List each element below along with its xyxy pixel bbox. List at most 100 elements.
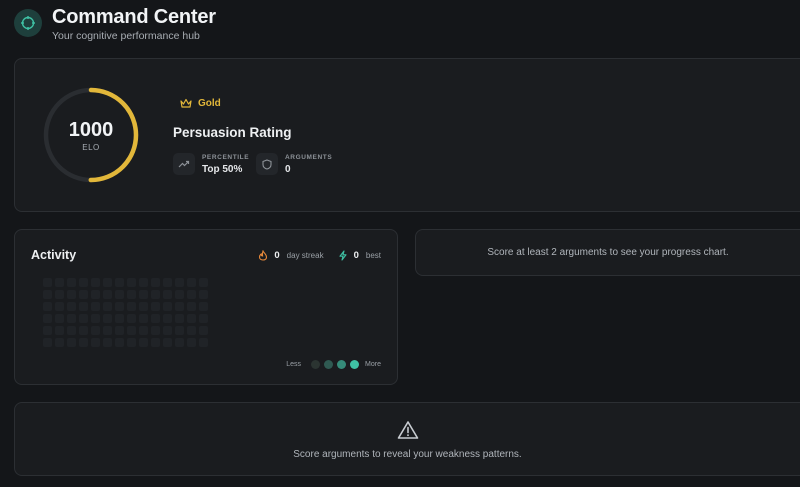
heatmap-cell bbox=[199, 290, 208, 299]
activity-stats: 0 day streak 0 best bbox=[258, 250, 381, 261]
heatmap-cell bbox=[103, 302, 112, 311]
heatmap-cell bbox=[115, 338, 124, 347]
heatmap-cell bbox=[139, 338, 148, 347]
activity-heatmap bbox=[43, 278, 208, 347]
heatmap-cell bbox=[187, 338, 196, 347]
heatmap-cell bbox=[151, 326, 160, 335]
legend-dot bbox=[337, 360, 347, 369]
page-header: Command Center Your cognitive performanc… bbox=[14, 6, 216, 42]
persuasion-rating-card: 1000 ELO Gold Persuasion Rating PERCENTI… bbox=[14, 58, 800, 212]
heatmap-cell bbox=[79, 338, 88, 347]
crosshair-icon bbox=[14, 9, 42, 37]
heatmap-cell bbox=[199, 314, 208, 323]
heatmap-cell bbox=[91, 302, 100, 311]
heatmap-cell bbox=[55, 338, 64, 347]
heatmap-cell bbox=[79, 326, 88, 335]
heatmap-cell bbox=[163, 290, 172, 299]
arguments-value: 0 bbox=[285, 163, 291, 175]
heatmap-cell bbox=[55, 314, 64, 323]
heatmap-cell bbox=[55, 278, 64, 287]
heatmap-cell bbox=[67, 338, 76, 347]
legend-less: Less bbox=[286, 361, 302, 368]
arguments-stat: ARGUMENTS 0 bbox=[256, 153, 332, 175]
heatmap-cell bbox=[43, 314, 52, 323]
heatmap-cell bbox=[103, 338, 112, 347]
heatmap-cell bbox=[139, 314, 148, 323]
heatmap-cell bbox=[91, 290, 100, 299]
heatmap-cell bbox=[175, 314, 184, 323]
rating-title: Persuasion Rating bbox=[173, 125, 292, 140]
heatmap-cell bbox=[115, 302, 124, 311]
heatmap-cell bbox=[43, 326, 52, 335]
heatmap-cell bbox=[127, 338, 136, 347]
heatmap-cell bbox=[175, 326, 184, 335]
heatmap-cell bbox=[139, 326, 148, 335]
crown-icon bbox=[180, 98, 192, 108]
legend-dot bbox=[311, 360, 321, 369]
heatmap-cell bbox=[43, 278, 52, 287]
page-title: Command Center bbox=[52, 6, 216, 28]
streak-value: 0 bbox=[274, 250, 280, 261]
heatmap-cell bbox=[79, 314, 88, 323]
heatmap-cell bbox=[127, 278, 136, 287]
heatmap-cell bbox=[115, 326, 124, 335]
heatmap-cell bbox=[79, 278, 88, 287]
progress-empty-message: Score at least 2 arguments to see your p… bbox=[487, 247, 729, 258]
heatmap-cell bbox=[187, 326, 196, 335]
heatmap-cell bbox=[91, 326, 100, 335]
heatmap-cell bbox=[103, 290, 112, 299]
heatmap-cell bbox=[175, 290, 184, 299]
legend-dot bbox=[350, 360, 360, 369]
heatmap-cell bbox=[127, 326, 136, 335]
heatmap-cell bbox=[115, 314, 124, 323]
heatmap-cell bbox=[55, 326, 64, 335]
best-label: best bbox=[365, 251, 381, 260]
heatmap-cell bbox=[139, 290, 148, 299]
heatmap-cell bbox=[43, 290, 52, 299]
heatmap-cell bbox=[199, 278, 208, 287]
percentile-label: PERCENTILE bbox=[202, 153, 250, 161]
heatmap-cell bbox=[91, 278, 100, 287]
heatmap-cell bbox=[175, 338, 184, 347]
heatmap-cell bbox=[115, 290, 124, 299]
heatmap-cell bbox=[187, 278, 196, 287]
percentile-value: Top 50% bbox=[202, 163, 243, 175]
tier-label: Gold bbox=[198, 98, 221, 109]
elo-unit: ELO bbox=[82, 143, 100, 152]
progress-chart-card: Score at least 2 arguments to see your p… bbox=[415, 229, 800, 276]
heatmap-cell bbox=[187, 314, 196, 323]
heatmap-cell bbox=[151, 290, 160, 299]
heatmap-cell bbox=[91, 338, 100, 347]
heatmap-cell bbox=[55, 302, 64, 311]
heatmap-cell bbox=[91, 314, 100, 323]
heatmap-cell bbox=[151, 278, 160, 287]
heatmap-cell bbox=[127, 302, 136, 311]
heatmap-cell bbox=[175, 278, 184, 287]
heatmap-cell bbox=[67, 302, 76, 311]
heatmap-cell bbox=[127, 314, 136, 323]
heatmap-cell bbox=[115, 278, 124, 287]
heatmap-cell bbox=[163, 338, 172, 347]
heatmap-cell bbox=[43, 302, 52, 311]
heatmap-cell bbox=[187, 290, 196, 299]
heatmap-cell bbox=[163, 314, 172, 323]
heatmap-cell bbox=[175, 302, 184, 311]
heatmap-cell bbox=[79, 302, 88, 311]
flame-icon bbox=[259, 250, 268, 261]
heatmap-cell bbox=[151, 302, 160, 311]
heatmap-cell bbox=[103, 278, 112, 287]
heatmap-cell bbox=[79, 290, 88, 299]
heatmap-cell bbox=[139, 278, 148, 287]
heatmap-cell bbox=[67, 278, 76, 287]
heatmap-cell bbox=[103, 314, 112, 323]
heatmap-cell bbox=[199, 338, 208, 347]
best-value: 0 bbox=[353, 250, 359, 261]
heatmap-cell bbox=[43, 338, 52, 347]
page-subtitle: Your cognitive performance hub bbox=[52, 30, 200, 42]
heatmap-cell bbox=[151, 314, 160, 323]
streak-label: day streak bbox=[286, 251, 324, 260]
heatmap-cell bbox=[103, 326, 112, 335]
legend-dot bbox=[324, 360, 334, 369]
weakness-empty-message: Score arguments to reveal your weakness … bbox=[293, 449, 522, 460]
heatmap-cell bbox=[151, 338, 160, 347]
